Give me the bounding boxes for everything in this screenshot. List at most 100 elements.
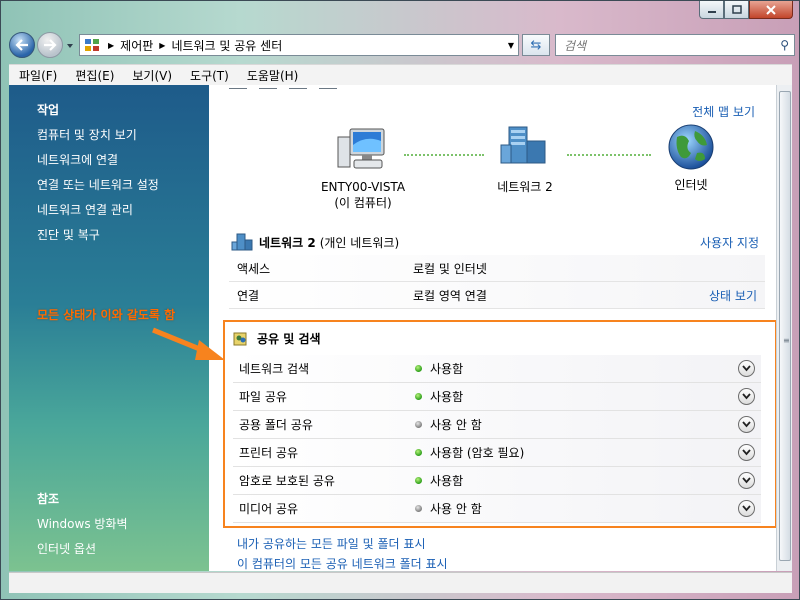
sharing-row-printer[interactable]: 프린터 공유 사용함 (암호 필요): [233, 439, 761, 467]
status-on-icon: [415, 365, 422, 372]
window: ▶ 제어판 ▶ 네트워크 및 공유 센터 ▼ ⇆ ⚲ 파일(F) 편집(E) 보…: [0, 0, 800, 600]
info-row-connection: 연결 로컬 영역 연결 상태 보기: [229, 282, 765, 309]
search-icon[interactable]: ⚲: [780, 38, 789, 52]
forward-arrow-icon: [44, 39, 57, 51]
sharing-row-file-sharing[interactable]: 파일 공유 사용함: [233, 383, 761, 411]
address-toolbar: ▶ 제어판 ▶ 네트워크 및 공유 센터 ▼ ⇆ ⚲: [7, 30, 795, 60]
address-dropdown-icon[interactable]: ▼: [508, 41, 514, 50]
info-label: 연결: [237, 288, 260, 303]
maximize-button[interactable]: [724, 1, 749, 19]
close-button[interactable]: [749, 1, 793, 19]
sharing-header: 공유 및 검색: [233, 330, 321, 347]
connection-line: [567, 154, 651, 156]
sharing-label: 프린터 공유: [239, 446, 299, 460]
recent-pages-dropdown[interactable]: [65, 40, 75, 50]
title-bar: [1, 1, 799, 29]
sharing-label: 암호로 보호된 공유: [239, 474, 335, 488]
see-also-heading: 참조: [37, 492, 60, 506]
expand-button[interactable]: [738, 472, 755, 489]
see-also-firewall[interactable]: Windows 방화벽: [37, 515, 128, 532]
grip-icon: ≡: [783, 336, 790, 345]
back-button[interactable]: [9, 32, 35, 58]
network-icon: [500, 126, 546, 164]
sharing-title: 공유 및 검색: [257, 332, 321, 346]
sharing-row-media[interactable]: 미디어 공유 사용 안 함: [233, 495, 761, 523]
search-input[interactable]: [562, 36, 766, 56]
task-manage-connections[interactable]: 네트워크 연결 관리: [37, 201, 133, 218]
status-on-icon: [415, 449, 422, 456]
control-panel-icon: [85, 39, 99, 51]
forward-button[interactable]: [37, 32, 63, 58]
breadcrumb-network-center[interactable]: 네트워크 및 공유 센터: [171, 37, 282, 54]
map-node-computer[interactable]: ENTY00-VISTA (이 컴퓨터): [313, 127, 413, 211]
sharing-status: 사용함: [430, 390, 464, 404]
chevron-down-icon: [742, 365, 751, 372]
menu-file[interactable]: 파일(F): [9, 67, 65, 84]
expand-button[interactable]: [738, 388, 755, 405]
chevron-down-icon: [742, 449, 751, 456]
see-also-internet-options[interactable]: 인터넷 옵션: [37, 540, 96, 557]
expand-button[interactable]: [738, 360, 755, 377]
window-controls: [699, 1, 793, 19]
vertical-scrollbar[interactable]: ≡: [776, 85, 792, 571]
info-value: 로컬 영역 연결: [413, 288, 487, 303]
status-off-icon: [415, 505, 422, 512]
expand-button[interactable]: [738, 500, 755, 517]
connection-line: [404, 154, 484, 156]
sharing-list: 네트워크 검색 사용함 파일 공유 사용함 공용 폴더 공유 사용 안 함 프린…: [233, 355, 761, 523]
sharing-row-password-protected[interactable]: 암호로 보호된 공유 사용함: [233, 467, 761, 495]
sharing-discovery-section: 공유 및 검색 네트워크 검색 사용함 파일 공유 사용함 공용 폴더 공유 사…: [223, 320, 777, 528]
network-header: 네트워크 2 (개인 네트워크) 사용자 지정: [231, 231, 759, 253]
menu-edit[interactable]: 편집(E): [65, 67, 122, 84]
close-icon: [766, 4, 776, 15]
network-name: 네트워크 2: [497, 180, 553, 194]
chevron-down-icon: [742, 505, 751, 512]
menu-tools[interactable]: 도구(T): [180, 67, 237, 84]
map-node-network[interactable]: 네트워크 2: [475, 125, 575, 195]
network-title: 네트워크 2: [259, 235, 316, 250]
status-on-icon: [415, 393, 422, 400]
computer-subtitle: (이 컴퓨터): [334, 196, 392, 210]
expand-button[interactable]: [738, 416, 755, 433]
network-small-icon: [231, 233, 253, 251]
menu-bar: 파일(F) 편집(E) 보기(V) 도구(T) 도움말(H): [9, 64, 792, 86]
minimize-button[interactable]: [699, 1, 724, 19]
search-box[interactable]: ⚲: [555, 34, 795, 56]
task-connect-network[interactable]: 네트워크에 연결: [37, 151, 118, 168]
sharing-status: 사용함: [430, 362, 464, 376]
expand-button[interactable]: [738, 444, 755, 461]
map-node-internet[interactable]: 인터넷: [641, 123, 741, 193]
task-diagnose-repair[interactable]: 진단 및 복구: [37, 226, 100, 243]
chevron-down-icon: [67, 44, 73, 48]
network-info-table: 액세스 로컬 및 인터넷 연결 로컬 영역 연결 상태 보기: [229, 255, 765, 309]
info-row-access: 액세스 로컬 및 인터넷: [229, 255, 765, 282]
status-bar: [9, 572, 792, 593]
task-setup-connection[interactable]: 연결 또는 네트워크 설정: [37, 176, 159, 193]
status-on-icon: [415, 477, 422, 484]
view-full-map-link[interactable]: 전체 맵 보기: [692, 103, 755, 120]
scrollbar-thumb[interactable]: ≡: [779, 91, 791, 561]
sharing-row-network-discovery[interactable]: 네트워크 검색 사용함: [233, 355, 761, 383]
tasks-heading: 작업: [37, 103, 60, 117]
maximize-icon: [731, 5, 742, 14]
show-shared-folders-link[interactable]: 이 컴퓨터의 모든 공유 네트워크 폴더 표시: [237, 555, 448, 571]
menu-view[interactable]: 보기(V): [122, 67, 180, 84]
menu-help[interactable]: 도움말(H): [237, 67, 307, 84]
view-status-link[interactable]: 상태 보기: [709, 287, 757, 304]
customize-link[interactable]: 사용자 지정: [700, 234, 759, 251]
sharing-row-public-folder[interactable]: 공용 폴더 공유 사용 안 함: [233, 411, 761, 439]
refresh-icon: ⇆: [530, 37, 542, 53]
sharing-status: 사용함 (암호 필요): [430, 446, 525, 460]
refresh-button[interactable]: ⇆: [522, 34, 550, 56]
show-my-shared-files-link[interactable]: 내가 공유하는 모든 파일 및 폴더 표시: [237, 535, 426, 552]
annotation-text: 모든 상태가 이와 같도록 함: [37, 308, 176, 322]
chevron-down-icon: [742, 477, 751, 484]
annotation-arrow-icon: [152, 327, 225, 360]
network-type: (개인 네트워크): [319, 235, 400, 250]
task-view-computers[interactable]: 컴퓨터 및 장치 보기: [37, 126, 137, 143]
breadcrumb: ▶ 제어판 ▶ 네트워크 및 공유 센터: [102, 37, 282, 54]
sharing-label: 미디어 공유: [239, 502, 299, 516]
address-bar[interactable]: ▶ 제어판 ▶ 네트워크 및 공유 센터 ▼: [79, 34, 519, 56]
chevron-down-icon: [742, 393, 751, 400]
breadcrumb-control-panel[interactable]: 제어판: [120, 37, 153, 54]
